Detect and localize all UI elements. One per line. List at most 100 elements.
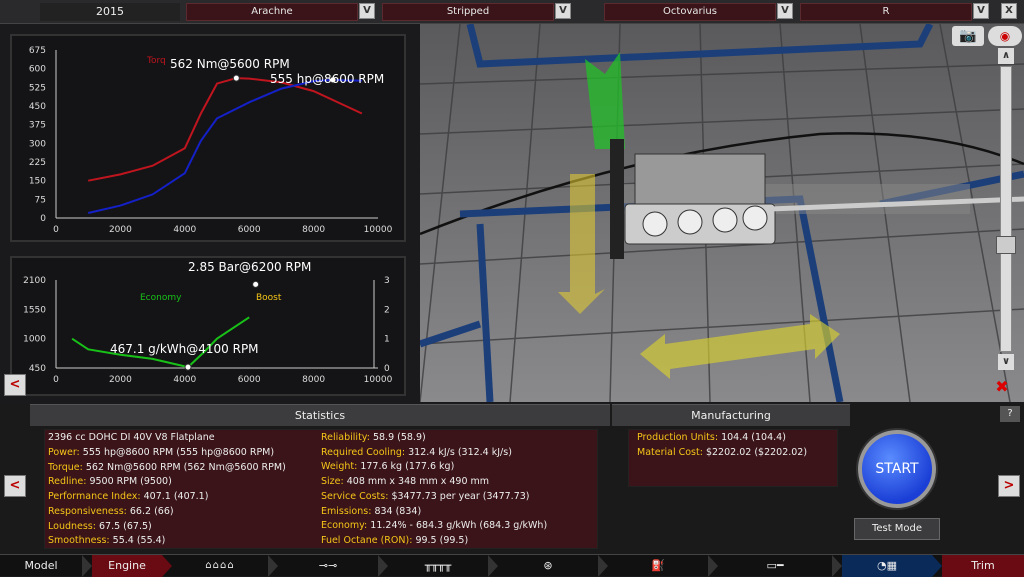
variant-dropdown-chevron-icon[interactable]: V xyxy=(555,3,571,19)
variant-dropdown[interactable]: Stripped xyxy=(382,3,554,21)
year-field[interactable]: 2015 xyxy=(40,3,180,21)
right-value: 11.24% - 684.3 g/kWh (684.3 g/kWh) xyxy=(370,520,548,532)
nav-heads-icon[interactable]: ╥╥╥╥ xyxy=(388,555,488,577)
help-button[interactable]: ? xyxy=(1000,406,1020,422)
family-dropdown-chevron-icon[interactable]: V xyxy=(359,3,375,19)
zoom-slider-track[interactable] xyxy=(1000,66,1012,352)
right-row: Fuel Octane (RON): 99.5 (99.5) xyxy=(321,534,468,549)
left-row: Loudness: 67.5 (67.5) xyxy=(48,520,152,535)
y-tick-label: 600 xyxy=(29,65,46,75)
manufacturing-box: Production Units: 104.4 (104.4) Material … xyxy=(628,429,838,487)
right-row: Required Cooling: 312.4 kJ/s (312.4 kJ/s… xyxy=(321,446,512,461)
left-value: 555 hp@8600 RPM (555 hp@8600 RPM) xyxy=(82,447,275,458)
nav-block-icon[interactable]: ⌂⌂⌂⌂ xyxy=(172,555,268,577)
left-label: Redline: xyxy=(48,476,87,488)
nav-gauges-icon[interactable]: ◔▦ xyxy=(842,555,932,577)
right-value: 177.6 kg (177.6 kg) xyxy=(360,461,455,473)
previous-page-button[interactable]: < xyxy=(4,475,26,497)
mfg-row: Production Units: 104.4 (104.4) xyxy=(637,431,786,446)
trim-dropdown-chevron-icon[interactable]: V xyxy=(973,3,989,19)
bottom-nav: Model Engine ⌂⌂⌂⌂ ⊸⊸ ╥╥╥╥ ⊛ ⛽ ▭━ ◔▦ Trim xyxy=(0,554,1024,577)
car-dropdown-chevron-icon[interactable]: V xyxy=(777,3,793,19)
x-tick-label: 4000 xyxy=(173,375,196,385)
economy-boost-chart: 21001550100045032100 2000 4000 6000 8000 1000… xyxy=(23,260,393,385)
next-page-button[interactable]: > xyxy=(998,475,1020,497)
right-value: 312.4 kJ/s (312.4 kJ/s) xyxy=(408,446,512,458)
left-label: Performance Index: xyxy=(48,491,141,503)
car-dropdown[interactable]: Octovarius xyxy=(604,3,776,21)
right-row: Reliability: 58.9 (58.9) xyxy=(321,431,426,446)
nav-model[interactable]: Model xyxy=(0,555,82,577)
left-value: 562 Nm@5600 RPM (562 Nm@5600 RPM) xyxy=(85,461,286,473)
right-label: Service Costs: xyxy=(321,490,389,502)
collapse-left-button[interactable]: < xyxy=(4,374,26,396)
left-label: Torque: xyxy=(48,461,83,473)
nav-crank-icon[interactable]: ⊸⊸ xyxy=(278,555,378,577)
economy-boost-chart-panel: 2100 1550 1000 450 3 2 1 0 0 2000 4000 6000 8000 1000… xyxy=(10,256,406,396)
eye-icon[interactable]: ◉ xyxy=(988,26,1022,46)
right-row: Weight: 177.6 kg (177.6 kg) xyxy=(321,460,454,475)
left-label: Loudness: xyxy=(48,520,96,532)
nav-engine[interactable]: Engine xyxy=(92,555,162,577)
manufacturing-header: Manufacturing xyxy=(612,404,850,426)
right-label: Economy: xyxy=(321,520,368,532)
left-row: Torque: 562 Nm@5600 RPM (562 Nm@5600 RPM… xyxy=(48,461,286,476)
nav-exhaust-icon[interactable]: ▭━ xyxy=(718,555,832,577)
mfg-label: Material Cost: xyxy=(637,446,703,458)
right-value: 834 (834) xyxy=(374,505,422,517)
torque-power-chart: 675 600 525 450 375 300 225 150 75 00 2000 4000 6000… xyxy=(29,46,393,235)
left-value: 9500 RPM (9500) xyxy=(89,476,172,488)
torque-peak-label: 562 Nm@5600 RPM xyxy=(170,57,290,71)
y-right-tick-label: 0 xyxy=(384,364,390,374)
statistics-box: 2396 cc DOHC DI 40V V8 Flatplane Power: … xyxy=(44,429,598,549)
torque-peak-marker xyxy=(232,74,240,82)
left-label: Responsiveness: xyxy=(48,505,127,517)
family-dropdown[interactable]: Arachne xyxy=(186,3,358,21)
right-label: Fuel Octane (RON): xyxy=(321,534,413,546)
engine-3d-viewport[interactable]: 📷 ◉ ∧ ∨ ✖ xyxy=(420,24,1024,402)
left-row: Smoothness: 55.4 (55.4) xyxy=(48,534,165,549)
right-row: Service Costs: $3477.73 per year (3477.7… xyxy=(321,490,530,505)
boost-legend-label: Boost xyxy=(256,293,282,303)
power-peak-label: 555 hp@8600 RPM xyxy=(270,72,384,86)
test-mode-button[interactable]: Test Mode xyxy=(854,518,940,540)
left-value: 66.2 (66) xyxy=(129,505,174,517)
right-value: 58.9 (58.9) xyxy=(372,432,426,443)
economy-peak-label: 467.1 g/kWh@4100 RPM xyxy=(110,342,259,356)
right-value: $3477.73 per year (3477.73) xyxy=(391,490,530,502)
y-tick-label: 225 xyxy=(29,158,46,168)
camera-icon[interactable]: 📷 xyxy=(952,26,984,46)
left-value: 407.1 (407.1) xyxy=(143,491,209,503)
nav-fuel-icon[interactable]: ⛽ xyxy=(608,555,708,577)
reset-view-icon[interactable]: ✖ xyxy=(986,376,1018,398)
y-tick-label: 150 xyxy=(29,177,46,187)
zoom-down-arrow-icon[interactable]: ∨ xyxy=(998,354,1014,370)
left-label: Power: xyxy=(48,447,80,458)
x-tick-label: 4000 xyxy=(173,225,196,235)
torque-curve xyxy=(88,77,363,182)
right-value: 99.5 (99.5) xyxy=(415,534,469,546)
mfg-value: 104.4 (104.4) xyxy=(721,432,786,443)
close-icon[interactable]: X xyxy=(1001,3,1017,19)
x-tick-label: 10000 xyxy=(364,375,393,385)
y-left-tick-label: 1000 xyxy=(23,335,46,345)
left-value: 67.5 (67.5) xyxy=(99,520,152,532)
right-row: Emissions: 834 (834) xyxy=(321,505,421,520)
economy-legend-label: Economy xyxy=(140,293,182,303)
x-tick-label: 0 xyxy=(53,225,59,235)
top-bar: 2015 Arachne V Stripped V Octovarius V R… xyxy=(0,0,1024,24)
left-label: Smoothness: xyxy=(48,535,110,547)
zoom-slider-handle[interactable] xyxy=(996,236,1016,254)
start-button[interactable]: START xyxy=(858,430,936,508)
nav-trim[interactable]: Trim xyxy=(942,555,1024,577)
left-row: Responsiveness: 66.2 (66) xyxy=(48,505,174,520)
engine-3d-scene xyxy=(420,24,1024,402)
nav-turbo-icon[interactable]: ⊛ xyxy=(498,555,598,577)
trim-dropdown[interactable]: R xyxy=(800,3,972,21)
y-right-tick-label: 3 xyxy=(384,276,390,286)
y-left-tick-label: 450 xyxy=(29,364,46,374)
engine-description: 2396 cc DOHC DI 40V V8 Flatplane xyxy=(48,432,215,443)
torque-power-chart-panel: 675 600 525 450 375 300 225 150 75 0 0 2000 4000 6000… xyxy=(10,34,406,242)
zoom-up-arrow-icon[interactable]: ∧ xyxy=(998,48,1014,64)
y-tick-label: 75 xyxy=(35,195,46,205)
